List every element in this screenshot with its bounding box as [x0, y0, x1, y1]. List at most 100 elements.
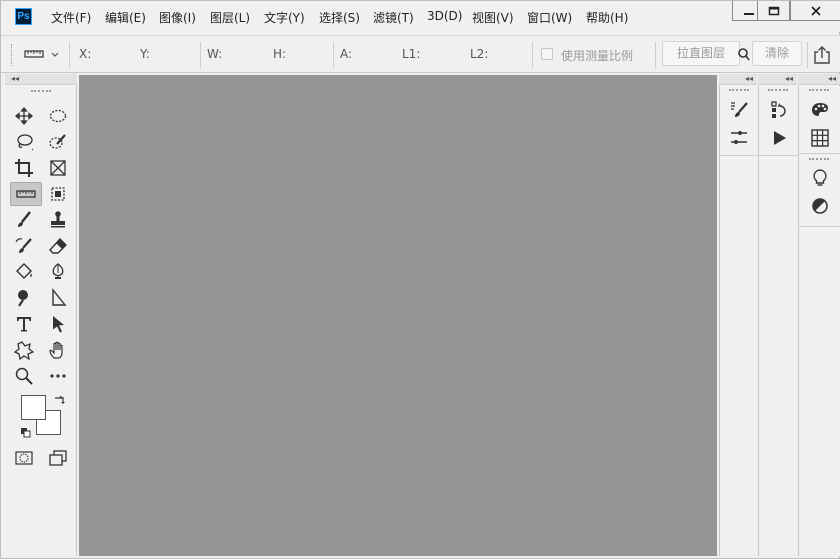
dodge-tool-icon — [18, 290, 28, 307]
zoom-tool-icon — [15, 367, 33, 385]
dock-grip[interactable] — [729, 89, 749, 91]
swatches-grid-icon — [811, 129, 829, 147]
swatches-panel-button[interactable] — [808, 126, 832, 150]
quick-selection-tool-icon — [49, 134, 66, 149]
brush-tool[interactable] — [10, 208, 38, 232]
ruler-preset-icon — [24, 50, 59, 58]
dock2-collapse-button[interactable]: ◂◂ — [758, 74, 797, 85]
menu-layer[interactable]: 图层(L) — [210, 9, 250, 26]
options-separator — [69, 42, 70, 68]
close-button[interactable] — [790, 1, 840, 21]
history-panel-button[interactable] — [767, 98, 791, 122]
share-icon — [814, 46, 830, 64]
h-label: H: — [273, 47, 287, 61]
move-tool-icon — [14, 106, 34, 126]
menu-view[interactable]: 视图(V) — [472, 9, 514, 26]
more-tools-icon — [50, 374, 66, 378]
path-selection-tool[interactable] — [44, 286, 72, 310]
quick-selection-tool[interactable] — [44, 130, 72, 154]
search-icon — [738, 48, 750, 61]
quick-mask-button[interactable] — [10, 446, 38, 470]
frame-tool[interactable] — [44, 156, 72, 180]
tool-preset-picker[interactable] — [23, 46, 63, 64]
tools-panel-grip[interactable] — [31, 90, 51, 92]
crop-tool-icon — [15, 159, 33, 177]
play-icon — [774, 131, 786, 145]
menu-3d[interactable]: 3D(D) — [427, 9, 462, 23]
menu-help[interactable]: 帮助(H) — [586, 9, 628, 26]
lasso-tool[interactable] — [10, 130, 38, 154]
dock1-collapse-button[interactable]: ◂◂ — [719, 74, 757, 85]
toolbar-collapse-button[interactable]: ◂◂ — [5, 74, 77, 85]
custom-shape-tool-icon — [14, 341, 34, 360]
crop-tool[interactable] — [10, 156, 38, 180]
marquee-tool-icon — [49, 109, 67, 123]
menu-file[interactable]: 文件(F) — [51, 9, 91, 26]
options-bar-grip[interactable] — [11, 44, 13, 66]
options-separator — [333, 42, 334, 68]
ruler-tool-icon — [16, 190, 36, 198]
brushes-icon — [731, 131, 747, 144]
dock-grip[interactable] — [809, 158, 829, 160]
document-canvas-area[interactable] — [79, 75, 717, 556]
l1-label: L1: — [402, 47, 421, 61]
eraser-tool[interactable] — [44, 234, 72, 258]
photoshop-window: Ps 文件(F) 编辑(E) 图像(I) 图层(L) 文字(Y) 选择(S) 滤… — [0, 0, 840, 559]
pen-tool-icon — [52, 263, 64, 279]
dock-grip[interactable] — [768, 89, 788, 91]
hand-tool[interactable] — [44, 338, 72, 362]
marquee-tool[interactable] — [44, 104, 72, 128]
foreground-color-swatch[interactable] — [21, 395, 46, 420]
lightbulb-icon — [813, 169, 827, 186]
object-selection-tool[interactable] — [44, 182, 72, 206]
brushes-panel-button[interactable] — [727, 126, 751, 150]
custom-shape-tool[interactable] — [10, 338, 38, 362]
path-selection-tool-icon — [52, 288, 67, 306]
minimize-icon — [743, 13, 754, 15]
color-panel-button[interactable] — [808, 98, 832, 122]
history-icon — [771, 101, 786, 118]
paint-bucket-tool[interactable] — [10, 260, 38, 284]
direct-selection-tool[interactable] — [44, 312, 72, 336]
menu-window[interactable]: 窗口(W) — [527, 9, 572, 26]
screen-mode-button[interactable] — [44, 446, 72, 470]
dock-grip[interactable] — [809, 89, 829, 91]
dock3-collapse-button[interactable]: ◂◂ — [798, 74, 840, 85]
options-separator — [532, 42, 533, 68]
pen-tool[interactable] — [44, 260, 72, 284]
default-colors-icon[interactable] — [20, 427, 32, 439]
use-measurement-scale-checkbox[interactable] — [541, 48, 553, 60]
adjustments-icon — [812, 198, 828, 214]
w-label: W: — [207, 47, 223, 61]
type-tool-icon — [17, 317, 31, 332]
history-brush-tool[interactable] — [10, 234, 38, 258]
swap-colors-icon[interactable] — [53, 394, 65, 406]
actions-panel-button[interactable] — [767, 126, 791, 150]
menu-type[interactable]: 文字(Y) — [264, 9, 305, 26]
brush-settings-panel-button[interactable] — [727, 98, 751, 122]
more-tools-button[interactable] — [44, 364, 72, 388]
share-button[interactable] — [811, 44, 833, 66]
adjustments-panel-button[interactable] — [808, 194, 832, 218]
type-tool[interactable] — [10, 312, 38, 336]
ruler-tool[interactable] — [10, 182, 42, 206]
maximize-button[interactable] — [757, 1, 790, 21]
frame-tool-icon — [50, 160, 66, 176]
options-separator — [200, 42, 201, 68]
dodge-tool[interactable] — [10, 286, 38, 310]
zoom-tool[interactable] — [10, 364, 38, 388]
clear-button[interactable]: 清除 — [752, 41, 802, 66]
menu-image[interactable]: 图像(I) — [159, 9, 196, 26]
menu-edit[interactable]: 编辑(E) — [105, 9, 146, 26]
learn-panel-button[interactable] — [808, 166, 832, 190]
straighten-layer-button[interactable]: 拉直图层 — [662, 41, 740, 66]
hand-tool-icon — [49, 341, 63, 359]
history-brush-tool-icon — [15, 238, 32, 253]
close-icon — [810, 6, 821, 16]
menu-select[interactable]: 选择(S) — [319, 9, 360, 26]
history-panel-dock — [758, 86, 798, 556]
move-tool[interactable] — [10, 104, 38, 128]
dock-divider — [799, 226, 840, 227]
menu-filter[interactable]: 滤镜(T) — [373, 9, 414, 26]
clone-stamp-tool[interactable] — [44, 208, 72, 232]
